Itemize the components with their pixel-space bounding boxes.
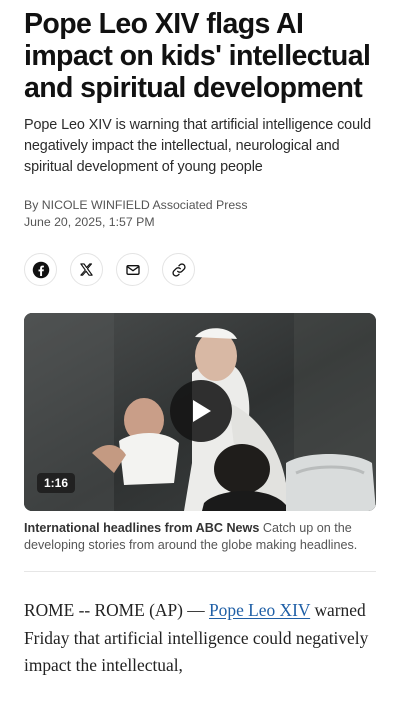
video-duration: 1:16 [37, 473, 76, 494]
share-facebook-button[interactable] [24, 253, 57, 287]
play-icon [193, 400, 211, 423]
author-name[interactable]: NICOLE WINFIELD [42, 198, 150, 212]
byline-prefix: By [24, 197, 42, 212]
divider [24, 571, 376, 573]
copy-link-button[interactable] [162, 253, 195, 287]
x-icon [80, 263, 93, 277]
headline: Pope Leo XIV flags AI impact on kids' in… [24, 8, 371, 105]
email-icon [125, 264, 140, 275]
video-caption: International headlines from ABC News Ca… [24, 520, 376, 554]
share-email-button[interactable] [116, 253, 149, 287]
publisher-name: Associated Press [149, 197, 248, 212]
share-x-button[interactable] [70, 253, 103, 287]
pope-leo-link[interactable]: Pope Leo XIV [209, 600, 310, 620]
article-dek: Pope Leo XIV is warning that artificial … [24, 116, 371, 176]
caption-title: International headlines from ABC News [24, 521, 260, 536]
article-body: ROME -- ROME (AP) — Pope Leo XIV warned … [24, 597, 376, 680]
publish-date: June 20, 2025, 1:57 PM [24, 214, 155, 229]
article-page: Pope Leo XIV flags AI impact on kids' in… [0, 0, 400, 707]
video-player[interactable]: 1:16 [24, 313, 376, 512]
share-bar [24, 253, 376, 287]
link-icon [171, 263, 186, 277]
facebook-icon [32, 261, 49, 279]
body-lead: ROME -- ROME (AP) — [24, 600, 210, 621]
byline: By NICOLE WINFIELD Associated Press [24, 197, 376, 214]
